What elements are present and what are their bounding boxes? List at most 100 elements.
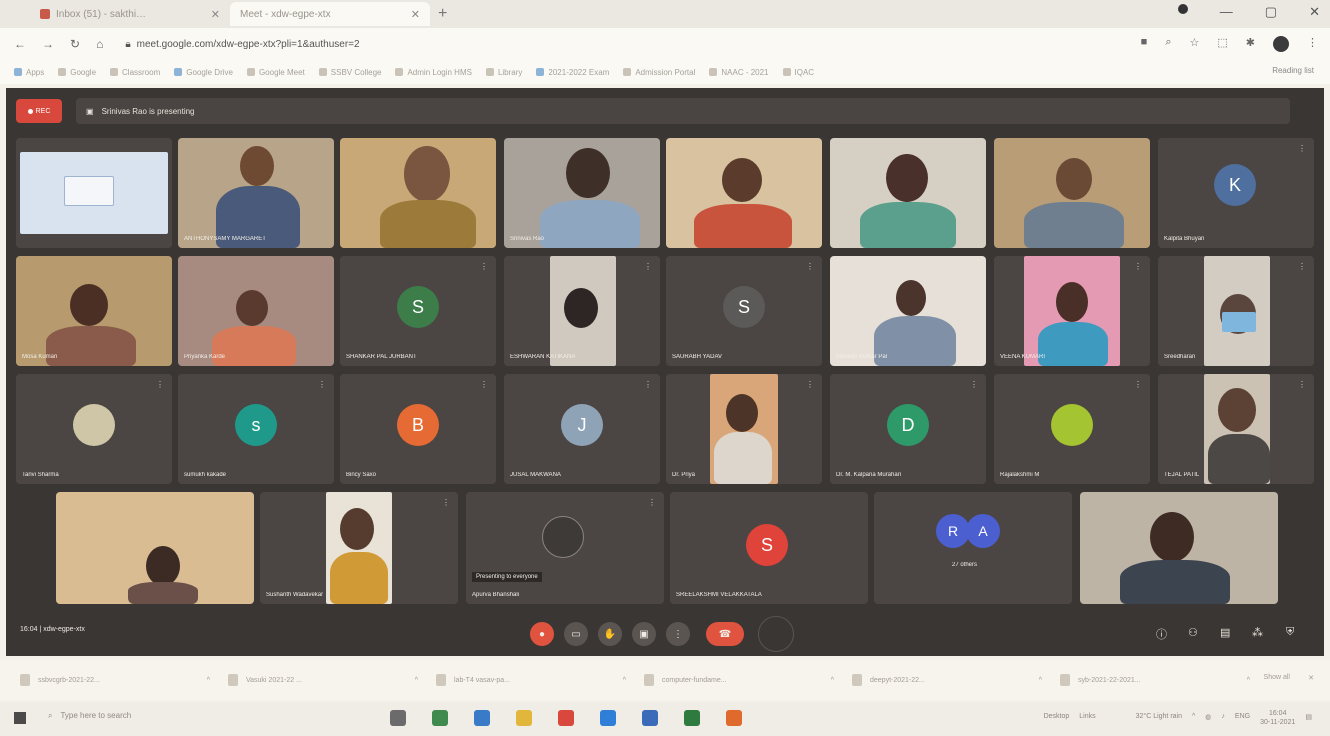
chevron-up-icon[interactable]: ^ <box>207 677 210 684</box>
more-icon[interactable]: ⋮ <box>1134 380 1142 389</box>
more-icon[interactable]: ⋮ <box>806 262 814 271</box>
participant-tile[interactable]: Sushanth Wadavekar ⋮ <box>260 492 458 604</box>
folder-icon[interactable] <box>516 710 532 726</box>
profile-icon[interactable] <box>1177 4 1188 14</box>
show-all-button[interactable]: Show all <box>1264 674 1290 681</box>
url-field[interactable]: 🔒︎ meet.google.com/xdw-egpe-xtx?pli=1&au… <box>119 33 1019 55</box>
download-item[interactable]: deepyt-2021-22... ^ <box>852 674 1042 686</box>
participant-tile[interactable]: VEENA KUMARI ⋮ <box>994 256 1150 366</box>
bookmark[interactable]: SSBV College <box>318 68 381 77</box>
participant-tile[interactable]: D Dr. M. Kalpana Murahari ⋮ <box>830 374 986 484</box>
participant-tile[interactable] <box>666 138 822 248</box>
participant-tile[interactable]: S SHANKAR PAL JURBANT ⋮ <box>340 256 496 366</box>
presenting-banner[interactable]: ▣ Srinivas Rao is presenting <box>76 98 1290 124</box>
task-view-icon[interactable] <box>390 710 406 726</box>
more-icon[interactable]: ⋮ <box>442 498 450 507</box>
chevron-up-icon[interactable]: ^ <box>623 677 626 684</box>
close-icon[interactable]: ✕ <box>211 8 220 21</box>
volume-icon[interactable]: ♪ <box>1221 713 1225 727</box>
puzzle-icon[interactable]: ✱ <box>1246 36 1255 52</box>
chevron-up-icon[interactable]: ^ <box>1039 677 1042 684</box>
maximize-icon[interactable]: ▢ <box>1265 4 1277 20</box>
extension-icon[interactable]: ⬚ <box>1217 36 1227 52</box>
menu-icon[interactable]: ⋮ <box>1307 36 1318 52</box>
bookmark[interactable]: Classroom <box>110 68 160 77</box>
bookmark[interactable]: Library <box>485 68 522 77</box>
participant-tile[interactable]: K Kalpita Bhuyan ⋮ <box>1158 138 1314 248</box>
windows-start-icon[interactable] <box>14 712 26 724</box>
participant-tile[interactable]: TEJAL PATIL ⋮ <box>1158 374 1314 484</box>
bookmark[interactable]: IQAC <box>782 68 814 77</box>
participant-tile[interactable]: Srinivas Rao <box>504 138 660 248</box>
participant-tile[interactable]: J JUSAL MAKWANA ⋮ <box>504 374 660 484</box>
reaction-icon[interactable] <box>758 616 794 652</box>
download-item[interactable]: lab-T4 vasav-pa... ^ <box>436 674 626 686</box>
more-icon[interactable]: ⋮ <box>1298 380 1306 389</box>
participant-tile[interactable]: S SREELAKSHMI VELAKKATALA <box>670 492 868 604</box>
forward-icon[interactable]: → <box>42 37 54 51</box>
more-icon[interactable]: ⋮ <box>970 144 978 153</box>
home-icon[interactable]: ⌂ <box>96 37 103 51</box>
end-call-button[interactable]: ☎ <box>706 622 744 646</box>
minimize-icon[interactable]: — <box>1220 4 1233 20</box>
new-tab-button[interactable]: + <box>438 5 447 23</box>
participant-tile[interactable]: ESHWARAN KATIKANA ⋮ <box>504 256 660 366</box>
bookmark[interactable]: Google Meet <box>246 68 305 77</box>
download-item[interactable]: ssbvcgrb-2021-22... ^ <box>20 674 210 686</box>
participant-tile[interactable]: Mahesh Kumar Pal <box>830 256 986 366</box>
chevron-up-icon[interactable]: ^ <box>831 677 834 684</box>
avatar[interactable] <box>1273 36 1289 52</box>
app-icon[interactable] <box>432 710 448 726</box>
participant-tile[interactable]: Sreedharan ⋮ <box>1158 256 1314 366</box>
camera-icon[interactable]: ▭ <box>564 622 588 646</box>
language[interactable]: ENG <box>1235 713 1250 727</box>
taskbar-search[interactable]: ⌕ Type here to search <box>48 711 131 721</box>
app-icon[interactable] <box>474 710 490 726</box>
more-icon[interactable]: ⋮ <box>1298 144 1306 153</box>
chevron-up-icon[interactable]: ^ <box>415 677 418 684</box>
more-icon[interactable]: ⋮ <box>318 380 326 389</box>
more-icon[interactable]: ⋮ <box>644 262 652 271</box>
more-icon[interactable]: ⋮ <box>480 262 488 271</box>
bookmark[interactable]: 2021-2022 Exam <box>536 68 609 77</box>
chrome-icon[interactable] <box>558 710 574 726</box>
participant-tile[interactable] <box>994 138 1150 248</box>
more-icon[interactable]: ⋮ <box>644 380 652 389</box>
participant-tile[interactable] <box>16 138 172 248</box>
close-icon[interactable]: ✕ <box>1308 674 1314 682</box>
participant-tile[interactable] <box>56 492 254 604</box>
activities-icon[interactable]: ⁂ <box>1252 626 1263 639</box>
close-icon[interactable]: ✕ <box>411 8 420 21</box>
app-icon[interactable] <box>726 710 742 726</box>
chevron-up-icon[interactable]: ^ <box>1247 677 1250 684</box>
star-icon[interactable]: ☆ <box>1190 36 1200 52</box>
notifications-icon[interactable]: ▤ <box>1305 713 1312 727</box>
app-icon[interactable] <box>684 710 700 726</box>
network-icon[interactable]: ◍ <box>1205 713 1211 727</box>
weather[interactable]: 32°C Light rain <box>1136 713 1182 727</box>
clock[interactable]: 16:04 30-11-2021 <box>1260 709 1295 727</box>
participant-tile[interactable]: Rajalakshmi M ⋮ <box>994 374 1150 484</box>
participant-tile[interactable]: B Bincy Saxo ⋮ <box>340 374 496 484</box>
participant-tile[interactable]: s sumukh kakade ⋮ <box>178 374 334 484</box>
close-window-icon[interactable]: ✕ <box>1309 4 1320 20</box>
participant-tile[interactable]: Presenting to everyone Apurva Bhanshali … <box>466 492 664 604</box>
more-options-icon[interactable]: ⋮ <box>666 622 690 646</box>
bookmark[interactable]: Google Drive <box>174 68 233 77</box>
reload-icon[interactable]: ↻ <box>70 37 80 51</box>
links-toolbar[interactable]: Links <box>1079 713 1095 727</box>
more-icon[interactable]: ⋮ <box>648 498 656 507</box>
raise-hand-icon[interactable]: ✋ <box>598 622 622 646</box>
bookmark[interactable]: Admission Portal <box>623 68 695 77</box>
bookmark[interactable]: Google <box>58 68 96 77</box>
app-icon[interactable] <box>642 710 658 726</box>
participant-tile[interactable]: Priyanka Karde <box>178 256 334 366</box>
participant-tile[interactable]: S SAURABH YADAV ⋮ <box>666 256 822 366</box>
tab-meet[interactable]: Meet - xdw-egpe-xtx ✕ <box>6 2 1324 656</box>
download-item[interactable]: computer-fundame... ^ <box>644 674 834 686</box>
zoom-icon[interactable]: ⌕ <box>1165 36 1171 52</box>
info-icon[interactable]: ⓘ <box>1156 626 1167 642</box>
chevron-up-icon[interactable]: ^ <box>1192 713 1195 727</box>
more-icon[interactable]: ⋮ <box>480 380 488 389</box>
more-icon[interactable]: ⋮ <box>806 380 814 389</box>
